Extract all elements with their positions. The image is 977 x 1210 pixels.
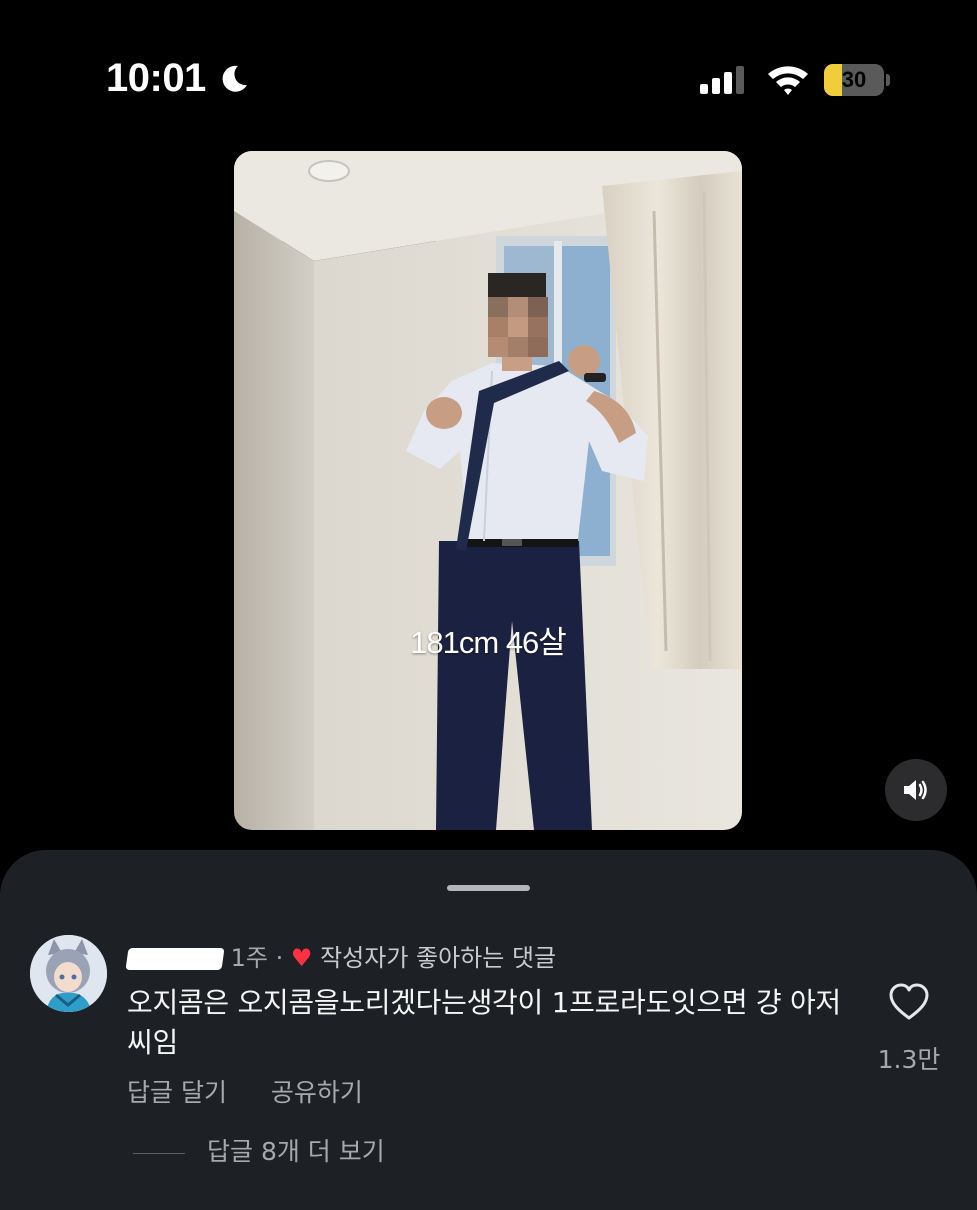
meta-separator: · bbox=[275, 944, 284, 972]
view-replies-button[interactable]: 답글 8개 더 보기 bbox=[133, 1132, 385, 1168]
heart-outline-icon[interactable] bbox=[888, 982, 930, 1022]
heart-icon: ♥ bbox=[290, 944, 313, 972]
redacted-username[interactable] bbox=[125, 948, 225, 970]
sheet-drag-handle[interactable] bbox=[447, 885, 530, 891]
liked-by-author-label: 작성자가 좋아하는 댓글 bbox=[320, 944, 557, 972]
video-player[interactable]: 181cm 46살 bbox=[234, 151, 742, 830]
status-time: 10:01 bbox=[106, 56, 206, 100]
moon-icon bbox=[222, 65, 247, 92]
sound-toggle-button[interactable] bbox=[885, 759, 947, 821]
reply-button[interactable]: 답글 달기 bbox=[127, 1078, 227, 1107]
battery-level: 30 bbox=[841, 67, 867, 92]
speaker-icon bbox=[904, 780, 927, 800]
comment-text: 오지콤은 오지콤을노리겠다는생각이 1프로라도잇으면 걍 아저씨임 bbox=[127, 986, 841, 1059]
avatar-image bbox=[30, 935, 107, 1012]
comment-actions: 답글 달기 공유하기 bbox=[127, 1073, 399, 1109]
video-frame bbox=[234, 151, 742, 830]
comment-meta: 1주 · ♥ 작성자가 좋아하는 댓글 bbox=[125, 938, 557, 973]
replies-divider bbox=[133, 1152, 185, 1154]
share-button[interactable]: 공유하기 bbox=[271, 1078, 363, 1107]
battery-indicator: 30 bbox=[824, 64, 890, 96]
avatar[interactable] bbox=[30, 935, 107, 1012]
video-caption: 181cm 46살 bbox=[410, 625, 567, 660]
wifi-icon bbox=[768, 66, 808, 95]
comment-age: 1주 bbox=[230, 944, 268, 972]
like-count: 1.3만 bbox=[877, 1045, 941, 1074]
comments-sheet: 1주 · ♥ 작성자가 좋아하는 댓글 오지콤은 오지콤을노리겠다는생각이 1프… bbox=[0, 850, 977, 1210]
cellular-signal-icon bbox=[700, 66, 744, 94]
view-replies-label: 답글 8개 더 보기 bbox=[207, 1137, 385, 1166]
